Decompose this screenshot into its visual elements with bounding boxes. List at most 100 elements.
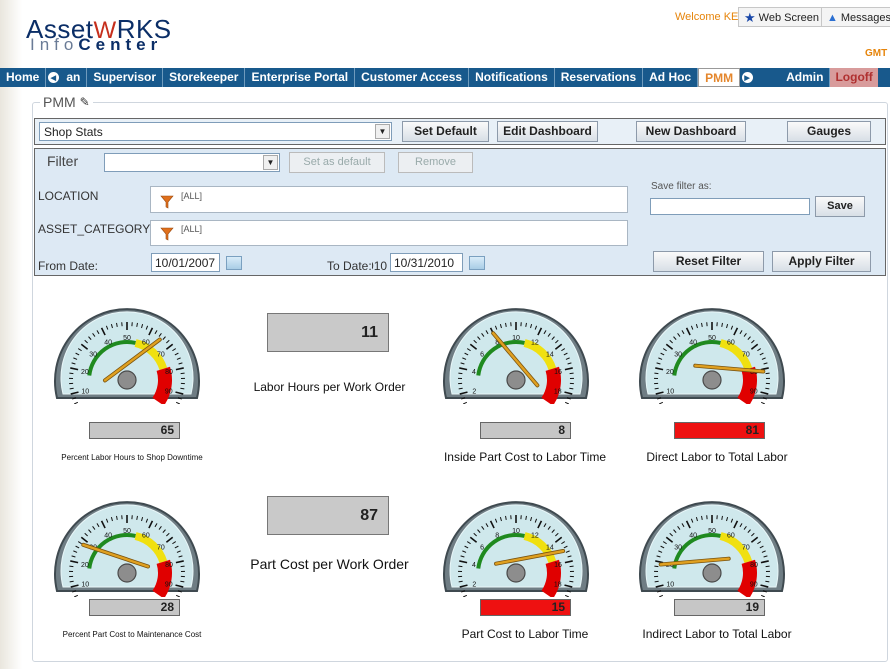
nav-scroll-right-icon[interactable]: ▶	[740, 68, 755, 87]
gauge-tick-label: 4	[472, 562, 476, 569]
messages-icon: ▲	[827, 12, 838, 24]
web-screen-label: Web Screen	[758, 12, 819, 24]
nav-reservations[interactable]: Reservations	[555, 68, 644, 87]
gauge-caption-indirect-labor: Indirect Labor to Total Labor	[642, 627, 792, 641]
filter-select[interactable]: ▼	[104, 153, 280, 172]
from-date-label: From Date:	[38, 259, 99, 273]
gauge-value-inside-part-cost: 8	[480, 422, 571, 439]
gauge-tick	[73, 594, 79, 597]
gauge-tick	[458, 387, 463, 390]
gauge-value-part-cost-labor-time: 15	[480, 599, 571, 616]
gauge-tick	[525, 515, 527, 520]
gauge-tick	[721, 515, 723, 520]
gauge-tick-label: 14	[546, 545, 554, 552]
gauge-tick-label: 80	[750, 562, 758, 569]
gauge-tick	[505, 515, 507, 520]
gauge-tick-label: 10	[81, 581, 89, 588]
set-as-default-button[interactable]: Set as default	[289, 152, 385, 173]
gauge-caption-inside-part-cost: Inside Part Cost to Labor Time	[443, 450, 607, 464]
nav-storekeeper[interactable]: Storekeeper	[163, 68, 246, 87]
dropdown-arrow-icon[interactable]: ▼	[375, 124, 390, 139]
gauge-value-percent-labor-hours: 65	[89, 422, 180, 439]
dashboard-select[interactable]: Shop Stats ▼	[39, 122, 392, 141]
nav-customer-access[interactable]: Customer Access	[355, 68, 470, 87]
set-default-button[interactable]: Set Default	[402, 121, 489, 142]
gauge-tick	[564, 401, 570, 404]
gauge-tick-label: 18	[554, 388, 562, 395]
save-filter-name-input[interactable]	[650, 198, 810, 215]
star-icon: ★	[744, 10, 756, 25]
nav-admin[interactable]: Admin	[780, 68, 831, 87]
gauge-tick-label: 30	[674, 352, 682, 359]
gauge-tick-label: 6	[480, 352, 484, 359]
gauge-tick-label: 10	[512, 335, 520, 342]
calendar-icon[interactable]	[469, 256, 485, 270]
nav-notifications[interactable]: Notifications	[469, 68, 555, 87]
gauge-tick	[69, 387, 74, 390]
save-filter-button[interactable]: Save	[815, 196, 865, 217]
gauge-tick-label: 70	[157, 352, 165, 359]
nav-scroll-left-icon[interactable]: ◀	[46, 68, 61, 87]
dashboard-select-value: Shop Stats	[44, 125, 103, 139]
new-dashboard-button[interactable]: New Dashboard	[636, 121, 746, 142]
gauge-tick-label: 90	[750, 581, 758, 588]
page: AssetWRKS InfoCenter Welcome KE ★ Web Sc…	[0, 0, 890, 669]
gauge-tick-label: 20	[81, 369, 89, 376]
nav-logoff[interactable]: Logoff	[830, 68, 878, 87]
gauge-tick-label: 50	[708, 335, 716, 342]
apply-filter-button[interactable]: Apply Filter	[772, 251, 871, 272]
dropdown-arrow-icon[interactable]: ▼	[263, 155, 278, 170]
nav-supervisor[interactable]: Supervisor	[87, 68, 164, 87]
nav-pmm[interactable]: PMM	[698, 68, 741, 87]
gauge-tick-label: 16	[554, 562, 562, 569]
nav-home[interactable]: Home	[0, 68, 47, 87]
web-screen-button[interactable]: ★ Web Screen	[738, 7, 826, 27]
logo-sub-info: Info	[30, 35, 79, 54]
nav-enterprise-portal[interactable]: Enterprise Portal	[245, 68, 356, 87]
asset-category-filter-box[interactable]: [ALL]	[150, 220, 628, 246]
gauge-hub	[702, 563, 722, 583]
gauge-red-band	[541, 559, 561, 597]
gauge-tick	[701, 322, 703, 327]
gauge-tick	[658, 594, 664, 597]
save-filter-as-label: Save filter as:	[651, 181, 712, 192]
gauge-tick	[458, 580, 463, 583]
gauge-tick	[654, 387, 659, 390]
gauges-button[interactable]: Gauges	[787, 121, 871, 142]
location-value: [ALL]	[181, 191, 203, 201]
gauge-red-band	[737, 366, 757, 404]
reset-filter-button[interactable]: Reset Filter	[653, 251, 764, 272]
gauge-tick	[136, 322, 138, 327]
calendar-icon[interactable]	[226, 256, 242, 270]
remove-filter-button[interactable]: Remove	[398, 152, 473, 173]
gmt-label: GMT	[865, 48, 888, 59]
filter-label: Filter	[47, 153, 79, 169]
messages-button[interactable]: ▲ Messages	[821, 7, 890, 27]
nav-an[interactable]: an	[60, 68, 88, 87]
gauge-tick	[462, 594, 468, 597]
funnel-icon[interactable]	[160, 227, 174, 241]
gauge-tick-label: 12	[531, 339, 539, 346]
gauge-percent-labor-hours: 0102030405060708090100	[54, 308, 200, 404]
edit-dashboard-button[interactable]: Edit Dashboard	[497, 121, 598, 142]
location-filter-box[interactable]: [ALL]	[150, 186, 628, 213]
to-date-input[interactable]: 10/31/2010	[390, 253, 463, 272]
funnel-icon[interactable]	[160, 195, 174, 209]
gauge-tick	[564, 594, 570, 597]
gauge-tick-label: 14	[546, 352, 554, 359]
gauge-tick	[765, 580, 770, 583]
section-title: PMM ✎	[40, 94, 93, 110]
gauge-tick	[136, 515, 138, 520]
gauge-red-band	[737, 559, 757, 597]
gauge-red-band	[152, 559, 172, 597]
nav-ad-hoc[interactable]: Ad Hoc	[643, 68, 699, 87]
gauge-caption-part-cost-labor-time: Part Cost to Labor Time	[461, 627, 589, 641]
pencil-edit-icon[interactable]: ✎	[80, 95, 90, 109]
gauge-tick-label: 12	[531, 532, 539, 539]
asset-category-label: ASSET_CATEGORY	[38, 222, 151, 236]
gauge-tick	[721, 322, 723, 327]
gauge-tick-label: 10	[666, 581, 674, 588]
gauge-hub	[117, 563, 137, 583]
section-title-text: PMM	[43, 94, 76, 110]
from-date-input[interactable]: 10/01/2007	[151, 253, 220, 272]
